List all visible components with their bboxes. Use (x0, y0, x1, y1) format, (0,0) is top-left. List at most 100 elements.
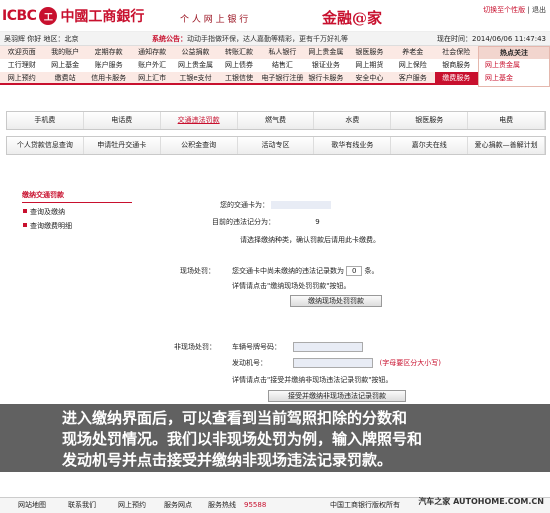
card-number-masked (271, 201, 332, 209)
tab-electricity-fee[interactable]: 电费 (468, 112, 546, 129)
subtitle-line: 现场处罚情况。我们以非现场处罚为例，输入牌照号和 (62, 430, 423, 448)
footer-contact-link[interactable]: 联系我们 (68, 498, 96, 513)
nav-item[interactable]: 账户外汇 (130, 59, 173, 72)
system-notice[interactable]: 系统公告：动动手指做环保，达人嘉勤等精彩，更有千万好礼等 (152, 32, 348, 46)
offsite-detail: 详情请点击"接受并缴纳非现场违法记录罚款"按钮。 (232, 376, 393, 384)
nav-item[interactable]: 工银信使 (217, 72, 260, 83)
footer-copyright: 中国工商银行版权所有 (330, 501, 400, 509)
nav-item[interactable]: 养老金 (391, 46, 434, 59)
tab-activity-zone[interactable]: 活动专区 (238, 137, 315, 154)
onsite-detail: 详情请点击"缴纳现场处罚罚款"按钮。 (232, 282, 351, 290)
nav-item[interactable]: 网上债券 (217, 59, 260, 72)
nav-item[interactable]: 我的账户 (43, 46, 86, 59)
logo-icbc-text: ICBC (2, 8, 37, 24)
header-right: 切换至个性版 | 退出 (483, 4, 546, 16)
side-menu-title: 缴纳交通罚款 (22, 190, 132, 203)
tab-golf-online[interactable]: 嘉尔夫在线 (391, 137, 469, 154)
pay-onsite-fine-button[interactable]: 缴纳现场处罚罚款 (290, 295, 382, 307)
icbc-logo[interactable]: ICBC 工 中國工商銀行 (2, 6, 144, 26)
hot-topics-box: 热点关注 网上贵金属 网上基金 (478, 46, 550, 87)
nav-item[interactable]: 网上贵金属 (174, 59, 217, 72)
logo-chinese-name: 中國工商銀行 (60, 9, 145, 25)
choose-instruction: 请选择缴纳种类，确认罚款后请用此卡缴费。 (240, 236, 380, 244)
nav-item[interactable]: 社会保险 (435, 46, 478, 59)
switch-version-link[interactable]: 切换至个性版 (483, 6, 525, 14)
side-menu-payment-details[interactable]: 查询缴费明细 (22, 221, 132, 231)
nav-item[interactable]: 定期存款 (87, 46, 130, 59)
pay-offsite-fine-button[interactable]: 接受并缴纳非现场违法记录罚款 (268, 390, 406, 402)
personal-banking-slogan: 个 人 网 上 银 行 (180, 15, 249, 25)
points-value: 9 (315, 218, 320, 226)
nav-item[interactable]: 网上贵金属 (304, 46, 347, 59)
nav-item[interactable]: 账户服务 (87, 59, 130, 72)
tab-loan-query[interactable]: 个人贷款信息查询 (7, 137, 84, 154)
nav-item[interactable]: 安全中心 (348, 72, 391, 83)
brand-title: 金融@家 (322, 9, 383, 27)
card-label: 您的交通卡为： (220, 201, 269, 209)
notice-label: 系统公告： (152, 35, 187, 43)
tab-gehua-cable[interactable]: 歌华有线业务 (314, 137, 392, 154)
nav-item[interactable]: 银医服务 (348, 46, 391, 59)
logo-seal-icon: 工 (39, 7, 58, 25)
footer-appointment-link[interactable]: 网上预约 (118, 498, 146, 513)
nav-item[interactable]: 缴费站 (43, 72, 86, 83)
footer-branches-link[interactable]: 服务网点 (164, 498, 192, 513)
bank-header: ICBC 工 中國工商銀行 个 人 网 上 银 行 金融@家 切换至个性版 | … (0, 0, 550, 32)
nav-item[interactable]: 网上保险 (391, 59, 434, 72)
tab-mobile-fee[interactable]: 手机费 (7, 112, 84, 129)
nav-item[interactable]: 客户服务 (391, 72, 434, 83)
side-menu-query-pay[interactable]: 查询及缴纳 (22, 207, 132, 217)
nav-item[interactable]: 私人银行 (261, 46, 304, 59)
engine-number-input[interactable] (293, 358, 374, 368)
nav-item[interactable]: 公益捐款 (174, 46, 217, 59)
footer-hotline-label: 服务热线 (208, 501, 236, 509)
onsite-count: 0 (346, 266, 363, 276)
subtitle-line: 发动机号并点击接受并缴纳非现场违法记录罚款。 (62, 451, 393, 469)
hot-topic-link[interactable]: 网上贵金属 (479, 59, 549, 72)
tab-housing-fund[interactable]: 公积金查询 (161, 137, 238, 154)
tab-phone-fee[interactable]: 电话费 (84, 112, 161, 129)
nav-item[interactable]: 网上期货 (348, 59, 391, 72)
points-label: 目前的违法记分为： (212, 218, 275, 226)
nav-item[interactable]: 银证业务 (304, 59, 347, 72)
user-greeting: 吴羽辉 你好 地区：北京 (4, 35, 79, 43)
onsite-text: 您交通卡中尚未缴纳的违法记录数为 (232, 267, 344, 275)
nav-item[interactable]: 工银e支付 (174, 72, 217, 83)
nav-item[interactable]: 银行卡服务 (304, 72, 347, 83)
service-tabs: 个人贷款信息查询 申请牡丹交通卡 公积金查询 活动专区 歌华有线业务 嘉尔夫在线… (6, 136, 546, 155)
autohome-watermark: 汽车之家 AUTOHOME.COM.CN (418, 497, 544, 506)
nav-item[interactable]: 信用卡服务 (87, 72, 130, 83)
nav-item[interactable]: 结售汇 (261, 59, 304, 72)
nav-item[interactable]: 网上预约 (0, 72, 43, 83)
case-sensitive-hint: (字母要区分大小写) (379, 359, 441, 367)
nav-row-2: 工行理财 网上基金 账户服务 账户外汇 网上贵金属 网上债券 结售汇 银证业务 … (0, 59, 478, 72)
plate-label: 车辆号牌号码： (232, 343, 281, 351)
footer-sitemap-link[interactable]: 网站地图 (18, 498, 46, 513)
footer-hotline-number: 95588 (244, 501, 267, 509)
tab-water-fee[interactable]: 水费 (314, 112, 392, 129)
user-bar: 吴羽辉 你好 地区：北京 系统公告：动动手指做环保，达人嘉勤等精彩，更有千万好礼… (0, 32, 550, 46)
hot-topic-link[interactable]: 网上基金 (479, 72, 549, 85)
side-menu: 缴纳交通罚款 查询及缴纳 查询缴费明细 (22, 190, 132, 231)
nav-item-active-payment[interactable]: 缴费服务 (434, 72, 478, 83)
nav-item[interactable]: 通知存款 (130, 46, 173, 59)
hot-topics-title: 热点关注 (479, 47, 549, 59)
nav-item[interactable]: 电子银行注册 (261, 72, 304, 83)
tab-gas-fee[interactable]: 燃气费 (238, 112, 315, 129)
nav-item[interactable]: 网上基金 (43, 59, 86, 72)
logout-link[interactable]: | 退出 (527, 6, 546, 14)
tab-traffic-card-apply[interactable]: 申请牡丹交通卡 (84, 137, 161, 154)
nav-item[interactable]: 网上汇市 (130, 72, 173, 83)
nav-item[interactable]: 银商服务 (435, 59, 478, 72)
plate-number-input[interactable] (293, 342, 364, 352)
nav-item[interactable]: 转账汇款 (217, 46, 260, 59)
video-subtitle: 进入缴纳界面后，可以查看到当前驾照扣除的分数和 现场处罚情况。我们以非现场处罚为… (0, 404, 550, 472)
current-time: 现在时间：2014/06/06 11:47:43 (436, 35, 546, 43)
nav-item[interactable]: 工行理财 (0, 59, 43, 72)
tab-medical-service[interactable]: 银医服务 (391, 112, 469, 129)
payment-category-tabs: 手机费 电话费 交通违法罚款 燃气费 水费 银医服务 电费 (6, 111, 546, 130)
tab-charity[interactable]: 爱心捐款—善解计划 (468, 137, 546, 154)
engine-label: 发动机号： (232, 359, 267, 367)
nav-item[interactable]: 欢迎页面 (0, 46, 43, 59)
tab-traffic-fine[interactable]: 交通违法罚款 (161, 112, 238, 129)
